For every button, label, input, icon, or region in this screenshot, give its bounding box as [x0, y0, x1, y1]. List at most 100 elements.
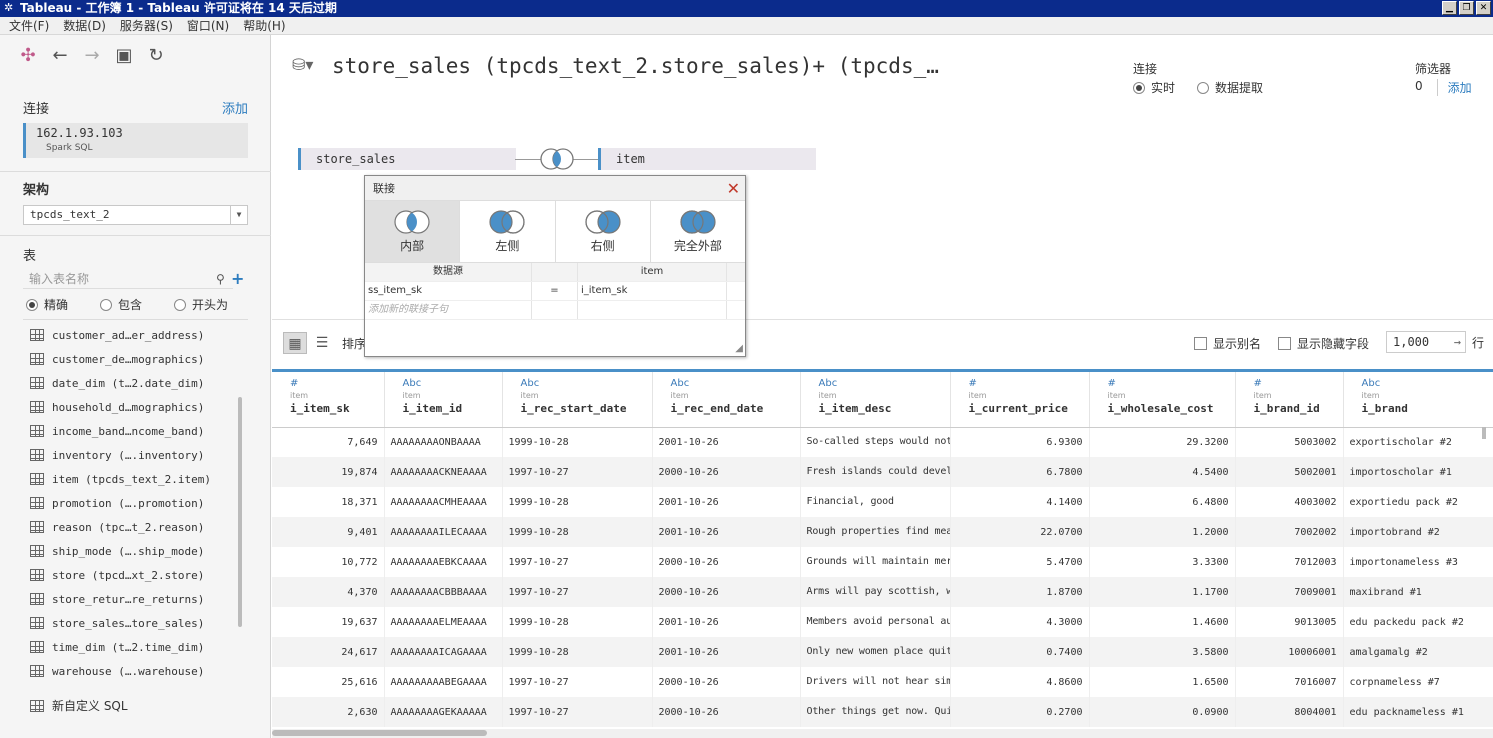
column-header[interactable]: # item i_current_price — [950, 372, 1090, 428]
table-cell[interactable]: 2000-10-26 — [652, 667, 801, 697]
table-cell[interactable]: 2000-10-26 — [652, 577, 801, 607]
table-cell[interactable]: 1.2000 — [1089, 517, 1236, 547]
table-cell[interactable]: 2000-10-26 — [652, 697, 801, 727]
table-cell[interactable]: 2,630 — [272, 697, 385, 727]
table-cell[interactable]: 7,649 — [272, 427, 385, 457]
table-cell[interactable]: 2001-10-26 — [652, 637, 801, 667]
column-header[interactable]: Abc item i_brand — [1343, 372, 1493, 428]
table-cell[interactable]: 1999-10-28 — [502, 637, 653, 667]
show-alias-checkbox[interactable]: 显示别名 — [1194, 335, 1261, 352]
datasource-title[interactable]: store_sales (tpcds_text_2.store_sales)+ … — [332, 54, 939, 78]
table-cell[interactable]: maxibrand #1 — [1343, 577, 1493, 607]
table-cell[interactable]: AAAAAAAAABEGAAAA — [384, 667, 503, 697]
schema-select[interactable]: tpcds_text_2 ▼ — [23, 205, 248, 225]
sort-label[interactable]: 排序 — [342, 335, 366, 352]
match-exact-radio[interactable]: 精确 — [26, 296, 100, 313]
add-filter-link[interactable]: 添加 — [1436, 79, 1472, 96]
column-header[interactable]: Abc item i_item_desc — [800, 372, 951, 428]
table-cell[interactable]: 3.3300 — [1089, 547, 1236, 577]
table-cell[interactable]: 25,616 — [272, 667, 385, 697]
menu-server[interactable]: 服务器(S) — [120, 17, 173, 34]
table-cell[interactable]: 4.8600 — [950, 667, 1090, 697]
table-cell[interactable]: 1997-10-27 — [502, 577, 653, 607]
table-cell[interactable]: corpnameless #7 — [1343, 667, 1493, 697]
table-cell[interactable]: edu packnameless #1 — [1343, 697, 1493, 727]
table-cell[interactable]: 7002002 — [1235, 517, 1344, 547]
grid-horizontal-scrollbar[interactable] — [272, 729, 1493, 738]
table-list-item[interactable]: customer_de…mographics) — [30, 347, 235, 371]
table-cell[interactable]: 6.7800 — [950, 457, 1090, 487]
table-cell[interactable]: AAAAAAAAEBKCAAAA — [384, 547, 503, 577]
table-cell[interactable]: So-called steps would not see very origi… — [800, 427, 951, 457]
table-cell[interactable]: AAAAAAAAILECAAAA — [384, 517, 503, 547]
table-cell[interactable]: 10006001 — [1235, 637, 1344, 667]
table-cell[interactable]: Other things get now. Quite eastern syst… — [800, 697, 951, 727]
join-type-full-outer[interactable]: 完全外部 — [651, 201, 745, 262]
table-list-item[interactable]: promotion (….promotion) — [30, 491, 235, 515]
table-cell[interactable]: Members avoid personal authorities. Very… — [800, 607, 951, 637]
table-cell[interactable]: AAAAAAAAONBAAAA — [384, 427, 503, 457]
table-cell[interactable]: importoscholar #1 — [1343, 457, 1493, 487]
table-cell[interactable]: 2000-10-26 — [652, 457, 801, 487]
menu-help[interactable]: 帮助(H) — [243, 17, 285, 34]
table-list-item[interactable]: store (tpcd…xt_2.store) — [30, 563, 235, 587]
table-cell[interactable]: importobrand #2 — [1343, 517, 1493, 547]
table-cell[interactable]: 5.4700 — [950, 547, 1090, 577]
table-cell[interactable]: 7012003 — [1235, 547, 1344, 577]
table-cell[interactable]: 10,772 — [272, 547, 385, 577]
table-cell[interactable]: 2000-10-26 — [652, 547, 801, 577]
right-join-table[interactable]: item — [598, 148, 816, 170]
table-cell[interactable]: 1999-10-28 — [502, 517, 653, 547]
table-list-item[interactable]: warehouse (….warehouse) — [30, 659, 235, 683]
table-cell[interactable]: 1997-10-27 — [502, 667, 653, 697]
column-header[interactable]: Abc item i_rec_end_date — [652, 372, 801, 428]
list-view-icon[interactable]: ☰ — [310, 332, 334, 354]
minimize-button[interactable]: ▁ — [1442, 1, 1457, 15]
database-icon[interactable]: ⛁▾ — [292, 55, 313, 74]
inner-join-venn-icon[interactable] — [538, 147, 576, 171]
menu-data[interactable]: 数据(D) — [63, 17, 106, 34]
table-cell[interactable]: 19,637 — [272, 607, 385, 637]
match-startswith-radio[interactable]: 开头为 — [174, 296, 248, 313]
table-cell[interactable]: 0.0900 — [1089, 697, 1236, 727]
table-cell[interactable]: 4,370 — [272, 577, 385, 607]
table-cell[interactable]: Fresh islands could develop normal, gene… — [800, 457, 951, 487]
add-join-clause[interactable]: 添加新的联接子句 — [365, 301, 532, 319]
table-list-item[interactable]: income_band…ncome_band) — [30, 419, 235, 443]
table-cell[interactable]: AAAAAAAAICAGAAAA — [384, 637, 503, 667]
close-window-button[interactable]: ✕ — [1476, 1, 1491, 15]
join-clause-row[interactable]: ss_item_sk = i_item_sk — [365, 282, 745, 301]
table-cell[interactable]: 29.3200 — [1089, 427, 1236, 457]
sidebar-scrollbar[interactable] — [238, 397, 242, 627]
table-cell[interactable]: Financial, good — [800, 487, 951, 517]
table-list-item[interactable]: store_sales…tore_sales) — [30, 611, 235, 635]
table-cell[interactable]: 1999-10-28 — [502, 487, 653, 517]
table-cell[interactable]: 6.9300 — [950, 427, 1090, 457]
table-cell[interactable]: Rough properties find meanwhile differen… — [800, 517, 951, 547]
table-cell[interactable]: Grounds will maintain merely white faces… — [800, 547, 951, 577]
add-connection-link[interactable]: 添加 — [222, 98, 248, 117]
match-contains-radio[interactable]: 包含 — [100, 296, 174, 313]
menu-window[interactable]: 窗口(N) — [187, 17, 229, 34]
tableau-home-icon[interactable]: ✣ — [18, 45, 38, 66]
table-list-item[interactable]: time_dim (t…2.time_dim) — [30, 635, 235, 659]
join-type-inner[interactable]: 内部 — [365, 201, 461, 262]
table-cell[interactable]: amalgamalg #2 — [1343, 637, 1493, 667]
table-cell[interactable]: AAAAAAAACMHEAAAA — [384, 487, 503, 517]
table-cell[interactable]: 1997-10-27 — [502, 457, 653, 487]
grid-vertical-scrollbar[interactable] — [1482, 427, 1486, 439]
search-icon[interactable]: ⚲ — [216, 272, 225, 286]
table-list-item[interactable]: household_d…mographics) — [30, 395, 235, 419]
rows-input[interactable]: 1,000 → — [1386, 331, 1466, 353]
add-join-clause-row[interactable]: 添加新的联接子句 — [365, 301, 745, 320]
table-list-item[interactable]: store_retur…re_returns) — [30, 587, 235, 611]
add-table-icon[interactable]: + — [231, 269, 244, 288]
table-cell[interactable]: 8004001 — [1235, 697, 1344, 727]
table-cell[interactable]: Arms will pay scottish, wrong user… — [800, 577, 951, 607]
table-cell[interactable]: AAAAAAAACBBBAAAA — [384, 577, 503, 607]
menu-file[interactable]: 文件(F) — [9, 17, 49, 34]
table-search-input[interactable]: 输入表名称 — [23, 269, 233, 289]
table-cell[interactable]: 7009001 — [1235, 577, 1344, 607]
table-cell[interactable]: 19,874 — [272, 457, 385, 487]
table-cell[interactable]: 1997-10-27 — [502, 697, 653, 727]
